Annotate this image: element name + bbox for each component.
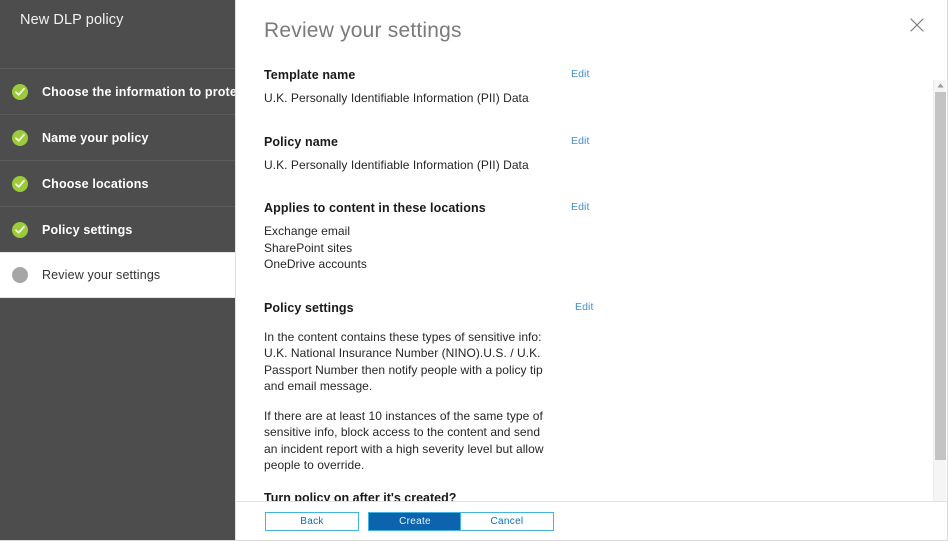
scroll-up-arrow-icon[interactable] (934, 80, 947, 91)
policy-settings-paragraph-1: In the content contains these types of s… (264, 329, 543, 394)
section-title: Policy name (264, 134, 339, 149)
section-policy-settings: Policy settings Edit In the content cont… (264, 299, 884, 502)
policy-settings-paragraph-2: If there are at least 10 instances of th… (264, 408, 544, 473)
vertical-scrollbar[interactable] (933, 80, 946, 512)
section-title: Turn policy on after it's created? (264, 490, 457, 502)
page-title: Review your settings (264, 19, 462, 42)
dot-icon (12, 267, 28, 283)
section-header: Applies to content in these locations Ed… (264, 199, 884, 217)
edit-link-policy-name[interactable]: Edit (571, 133, 590, 149)
create-button[interactable]: Create (368, 512, 462, 531)
edit-link-policy-settings[interactable]: Edit (575, 299, 594, 315)
close-button[interactable] (903, 12, 931, 40)
check-circle-icon (12, 83, 28, 100)
sidebar-item-choose-locations[interactable]: Choose locations (0, 160, 235, 206)
sidebar-item-policy-settings[interactable]: Policy settings (0, 206, 235, 252)
review-content: Template name Edit U.K. Personally Ident… (236, 66, 926, 501)
section-policy-name: Policy name Edit U.K. Personally Identif… (264, 133, 884, 174)
section-value-list: Exchange email SharePoint sites OneDrive… (264, 223, 884, 273)
wizard-footer: Back Create Cancel (236, 501, 947, 541)
section-title: Applies to content in these locations (264, 201, 486, 215)
section-turn-policy-on: Turn policy on after it's created? Yes E… (264, 490, 884, 502)
check-circle-icon (12, 129, 28, 146)
check-circle-icon (12, 175, 28, 192)
back-button[interactable]: Back (265, 512, 359, 531)
sidebar-item-label: Policy settings (42, 222, 133, 237)
list-item: OneDrive accounts (264, 257, 367, 271)
section-value: U.K. Personally Identifiable Information… (264, 157, 529, 172)
sidebar-item-label: Review your settings (42, 268, 161, 282)
wizard-sidebar: New DLP policy Choose the information to… (0, 0, 248, 541)
edit-link-template-name[interactable]: Edit (571, 66, 590, 82)
edit-link-locations[interactable]: Edit (571, 199, 590, 215)
sidebar-item-review-your-settings[interactable]: Review your settings (0, 252, 235, 298)
section-header: Template name Edit (264, 66, 884, 84)
scrollbar-thumb[interactable] (935, 92, 946, 460)
list-item: Exchange email (264, 224, 351, 238)
check-circle-icon (12, 221, 28, 238)
section-template-name: Template name Edit U.K. Personally Ident… (264, 66, 884, 107)
new-dlp-policy-wizard: New DLP policy Choose the information to… (0, 0, 948, 541)
list-item: SharePoint sites (264, 240, 353, 255)
section-title: Template name (264, 68, 356, 82)
section-header: Policy name Edit (264, 133, 884, 151)
sidebar-item-label: Name your policy (42, 130, 149, 145)
cancel-button[interactable]: Cancel (460, 512, 554, 531)
wizard-step-list: Choose the information to protect Name y… (0, 68, 248, 298)
wizard-title: New DLP policy (20, 12, 124, 28)
section-value: U.K. Personally Identifiable Information… (264, 91, 529, 105)
section-title: Policy settings (264, 300, 354, 315)
sidebar-item-choose-the-information-to-protect[interactable]: Choose the information to protect (0, 68, 248, 114)
close-icon (910, 17, 924, 35)
sidebar-item-label: Choose locations (42, 176, 149, 191)
section-value: In the content contains these types of s… (264, 329, 884, 474)
review-panel: Review your settings Template name Edit … (235, 0, 948, 541)
sidebar-item-name-your-policy[interactable]: Name your policy (0, 114, 235, 160)
sidebar-item-label: Choose the information to protect (42, 84, 249, 99)
section-locations: Applies to content in these locations Ed… (264, 199, 884, 273)
section-header: Policy settings Edit (264, 299, 884, 317)
